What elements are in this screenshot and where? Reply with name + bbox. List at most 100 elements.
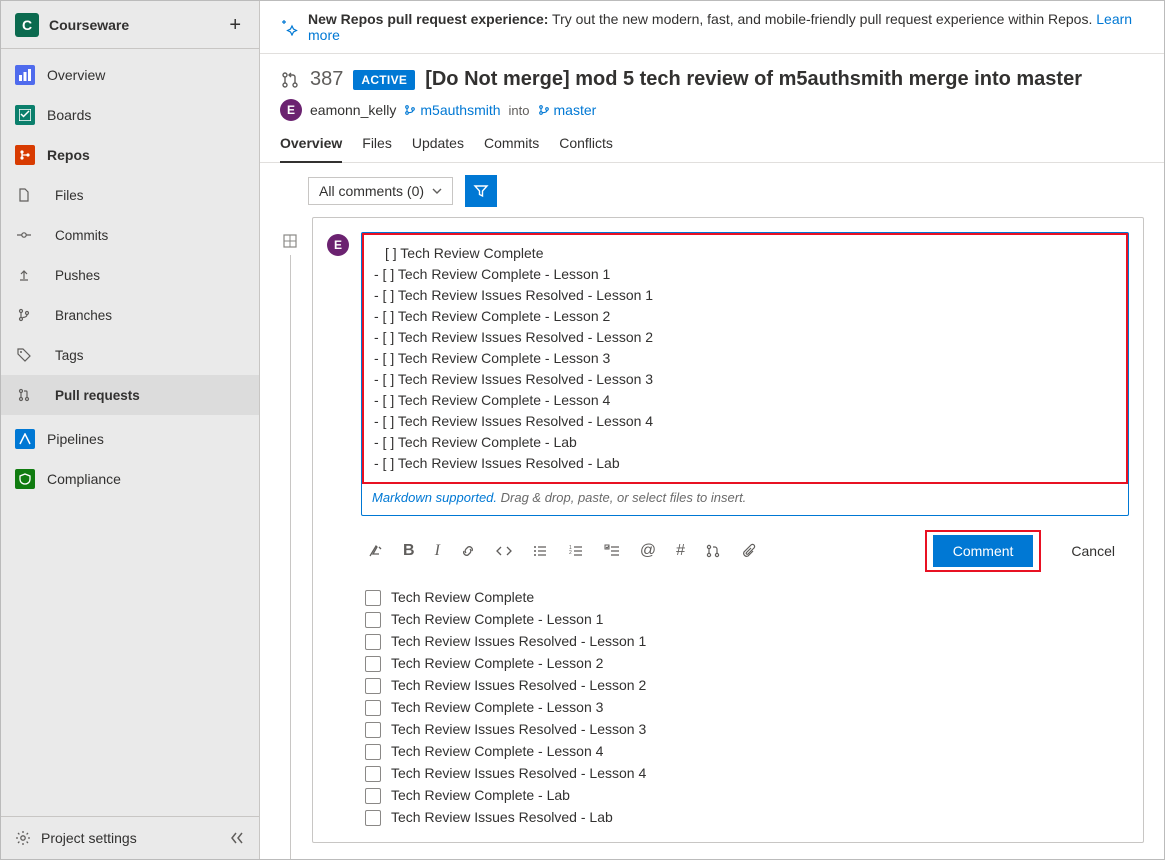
- code-icon[interactable]: [494, 541, 514, 561]
- numbered-list-icon[interactable]: 12: [566, 541, 586, 561]
- link-icon[interactable]: [458, 541, 478, 561]
- banner-text: New Repos pull request experience: Try o…: [308, 11, 1144, 43]
- sidebar-item-branches[interactable]: Branches: [1, 295, 259, 335]
- collapse-sidebar-icon[interactable]: [229, 830, 245, 846]
- sidebar-item-pushes[interactable]: Pushes: [1, 255, 259, 295]
- format-toolbar: B I: [361, 516, 1129, 576]
- editor-line: - [ ] Tech Review Issues Resolved - Less…: [374, 285, 1116, 306]
- tab-updates[interactable]: Updates: [412, 135, 464, 162]
- editor-line: - [ ] Tech Review Complete - Lesson 2: [374, 306, 1116, 327]
- tab-overview[interactable]: Overview: [280, 135, 342, 163]
- sidebar-item-pipelines[interactable]: Pipelines: [1, 419, 259, 459]
- checklist-label: Tech Review Issues Resolved - Lesson 3: [391, 721, 646, 737]
- thread-area: E [ ] Tech Review Complete- [ ] Tech Rev…: [260, 213, 1164, 859]
- editor-line: - [ ] Tech Review Complete - Lesson 1: [374, 264, 1116, 285]
- sidebar-item-boards[interactable]: Boards: [1, 95, 259, 135]
- editor-line: - [ ] Tech Review Issues Resolved - Less…: [374, 369, 1116, 390]
- mention-icon[interactable]: @: [638, 541, 658, 561]
- bullet-list-icon[interactable]: [530, 541, 550, 561]
- comment-author-avatar: E: [327, 234, 349, 256]
- project-settings-link[interactable]: Project settings: [41, 830, 137, 846]
- hash-icon[interactable]: #: [674, 541, 687, 561]
- format-pick-icon[interactable]: [365, 541, 385, 561]
- target-branch[interactable]: master: [538, 102, 597, 118]
- markdown-help-link[interactable]: Markdown supported.: [372, 490, 497, 505]
- editor-line: - [ ] Tech Review Issues Resolved - Lab: [374, 453, 1116, 474]
- cancel-button[interactable]: Cancel: [1057, 535, 1129, 567]
- checklist-item: Tech Review Issues Resolved - Lab: [365, 806, 1129, 828]
- add-button[interactable]: +: [225, 11, 245, 39]
- sidebar-item-compliance[interactable]: Compliance: [1, 459, 259, 499]
- checklist-item: Tech Review Complete - Lesson 3: [365, 696, 1129, 718]
- attach-icon[interactable]: [739, 541, 759, 561]
- tab-files[interactable]: Files: [362, 135, 392, 162]
- comment-editor[interactable]: [ ] Tech Review Complete- [ ] Tech Revie…: [361, 232, 1129, 516]
- checklist-label: Tech Review Issues Resolved - Lab: [391, 809, 613, 825]
- sidebar-item-pullrequests[interactable]: Pull requests: [1, 375, 259, 415]
- source-branch[interactable]: m5authsmith: [404, 102, 500, 118]
- source-branch-label: m5authsmith: [420, 102, 500, 118]
- sidebar-item-repos[interactable]: Repos: [1, 135, 259, 175]
- project-badge: C: [15, 13, 39, 37]
- comment-textarea[interactable]: [ ] Tech Review Complete- [ ] Tech Revie…: [364, 235, 1126, 482]
- editor-footer: Markdown supported. Drag & drop, paste, …: [362, 484, 1128, 515]
- sidebar-item-label: Branches: [55, 308, 112, 323]
- into-label: into: [509, 103, 530, 118]
- editor-line: - [ ] Tech Review Issues Resolved - Less…: [374, 327, 1116, 348]
- comments-filter-dropdown[interactable]: All comments (0): [308, 177, 453, 205]
- pr-ref-icon[interactable]: [703, 541, 723, 561]
- sidebar-item-label: Tags: [55, 348, 84, 363]
- checklist-item: Tech Review Complete - Lesson 4: [365, 740, 1129, 762]
- pipelines-icon: [15, 429, 35, 449]
- editor-footer-text: Drag & drop, paste, or select files to i…: [497, 490, 746, 505]
- sidebar-item-label: Repos: [47, 147, 90, 163]
- checkbox[interactable]: [365, 722, 381, 738]
- author-name[interactable]: eamonn_kelly: [310, 102, 396, 118]
- checklist-item: Tech Review Complete - Lesson 2: [365, 652, 1129, 674]
- bold-icon[interactable]: B: [401, 541, 417, 561]
- sidebar-item-tags[interactable]: Tags: [1, 335, 259, 375]
- sidebar-item-commits[interactable]: Commits: [1, 215, 259, 255]
- checkbox[interactable]: [365, 810, 381, 826]
- sidebar-item-label: Compliance: [47, 471, 121, 487]
- commit-icon: [15, 226, 33, 244]
- sidebar-item-overview[interactable]: Overview: [1, 55, 259, 95]
- comment-button[interactable]: Comment: [933, 535, 1034, 567]
- pr-header: 387 ACTIVE [Do Not merge] mod 5 tech rev…: [260, 54, 1164, 121]
- checklist-icon[interactable]: [602, 541, 622, 561]
- checkbox[interactable]: [365, 678, 381, 694]
- comment-button-highlight: Comment: [925, 530, 1042, 572]
- checklist-label: Tech Review Issues Resolved - Lesson 4: [391, 765, 646, 781]
- checkbox[interactable]: [365, 788, 381, 804]
- sidebar-item-label: Files: [55, 188, 84, 203]
- author-avatar[interactable]: E: [280, 99, 302, 121]
- checkbox[interactable]: [365, 700, 381, 716]
- target-branch-label: master: [554, 102, 597, 118]
- svg-text:2: 2: [569, 550, 572, 556]
- checkbox[interactable]: [365, 612, 381, 628]
- checklist-label: Tech Review Complete: [391, 589, 534, 605]
- sidebar-item-files[interactable]: Files: [1, 175, 259, 215]
- boards-icon: [15, 105, 35, 125]
- checklist-item: Tech Review Issues Resolved - Lesson 4: [365, 762, 1129, 784]
- editor-highlight-annotation: [ ] Tech Review Complete- [ ] Tech Revie…: [362, 233, 1128, 484]
- checkbox[interactable]: [365, 766, 381, 782]
- checkbox[interactable]: [365, 744, 381, 760]
- checkbox[interactable]: [365, 634, 381, 650]
- tab-conflicts[interactable]: Conflicts: [559, 135, 613, 162]
- tab-commits[interactable]: Commits: [484, 135, 539, 162]
- gear-icon[interactable]: [15, 830, 31, 846]
- project-header: C Courseware +: [1, 1, 259, 49]
- checkbox[interactable]: [365, 656, 381, 672]
- timeline-gutter: [280, 217, 300, 859]
- project-name[interactable]: Courseware: [49, 17, 225, 33]
- checklist-label: Tech Review Issues Resolved - Lesson 2: [391, 677, 646, 693]
- checklist-item: Tech Review Issues Resolved - Lesson 3: [365, 718, 1129, 740]
- sidebar-nav: Overview Boards Repos Files: [1, 49, 259, 816]
- italic-icon[interactable]: I: [433, 541, 442, 561]
- banner-bold: New Repos pull request experience:: [308, 11, 548, 27]
- pr-title-row: 387 ACTIVE [Do Not merge] mod 5 tech rev…: [280, 68, 1144, 91]
- pull-request-icon: [15, 386, 33, 404]
- filter-button[interactable]: [465, 175, 497, 207]
- checkbox[interactable]: [365, 590, 381, 606]
